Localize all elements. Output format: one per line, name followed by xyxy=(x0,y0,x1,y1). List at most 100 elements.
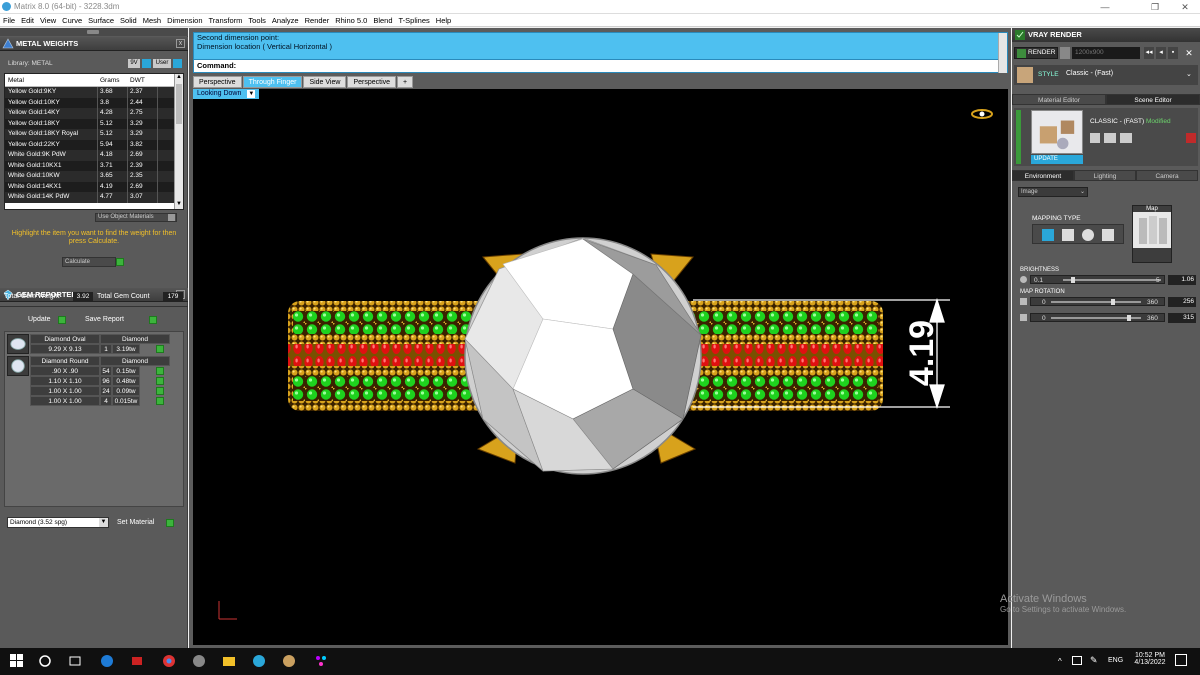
menu-file[interactable]: File xyxy=(0,14,18,25)
table-row[interactable]: White Gold:9K PdW 4.18 2.69 xyxy=(5,150,183,161)
back-button[interactable]: ◂ xyxy=(1156,47,1166,59)
menu-view[interactable]: View xyxy=(37,14,59,25)
matrix-app-icon[interactable] xyxy=(192,654,206,668)
menu-transform[interactable]: Transform xyxy=(206,14,246,25)
save-report-button[interactable]: Save Report xyxy=(85,316,124,323)
menu-analyze[interactable]: Analyze xyxy=(269,14,302,25)
network-icon[interactable]: ✎ xyxy=(1090,655,1098,666)
minimize-button[interactable]: — xyxy=(1090,1,1120,13)
table-row[interactable]: White Gold:10KX1 3.71 2.39 xyxy=(5,160,183,171)
resolution-icon[interactable] xyxy=(1060,47,1070,59)
user-checkbox[interactable] xyxy=(173,59,182,68)
tab-scene-editor[interactable]: Scene Editor xyxy=(1106,94,1200,105)
calculate-button[interactable]: Calculate xyxy=(62,257,116,267)
rewind-button[interactable]: ◂◂ xyxy=(1144,47,1154,59)
browser-icon[interactable] xyxy=(252,654,266,668)
menu-render[interactable]: Render xyxy=(302,14,333,25)
maximize-button[interactable]: ❐ xyxy=(1140,1,1170,13)
table-row[interactable]: Yellow Gold:18KY Royal 5.12 3.29 xyxy=(5,129,183,140)
panel-grip[interactable] xyxy=(0,28,188,36)
menu-mesh[interactable]: Mesh xyxy=(140,14,164,25)
app-icon-purple[interactable] xyxy=(314,654,328,668)
sw-toggle[interactable]: 9V xyxy=(128,59,140,68)
close-icon[interactable]: ✕ xyxy=(1182,47,1196,59)
language-indicator[interactable]: ENG xyxy=(1108,657,1123,664)
app-icon-red[interactable] xyxy=(130,654,144,668)
tab-camera[interactable]: Camera xyxy=(1136,170,1198,181)
set-material-button[interactable]: Set Material xyxy=(117,519,154,526)
brightness-value[interactable]: 1.06 xyxy=(1168,275,1196,285)
menu-rhino5[interactable]: Rhino 5.0 xyxy=(332,14,370,25)
chrome-icon[interactable] xyxy=(162,654,176,668)
load-icon[interactable] xyxy=(1120,133,1132,143)
render-button[interactable]: RENDER xyxy=(1014,47,1058,59)
rotation-slider-2[interactable] xyxy=(1030,313,1165,322)
table-row[interactable]: Yellow Gold:14KY 4.28 2.75 xyxy=(5,108,183,119)
menu-help[interactable]: Help xyxy=(433,14,454,25)
material-select[interactable]: Diamond (3.52 spg) ▼ xyxy=(7,517,109,528)
menu-edit[interactable]: Edit xyxy=(18,14,37,25)
file-explorer-icon[interactable] xyxy=(222,654,236,668)
update-go-icon[interactable] xyxy=(58,316,66,324)
chevron-down-icon[interactable]: ⌄ xyxy=(1186,70,1192,78)
tab-material-editor[interactable]: Material Editor xyxy=(1012,94,1106,105)
notification-icon[interactable] xyxy=(1175,654,1187,666)
update-button[interactable]: Update xyxy=(28,316,51,323)
task-view-icon[interactable] xyxy=(68,654,82,668)
select-gem-icon[interactable] xyxy=(156,397,164,405)
close-icon[interactable]: x xyxy=(176,39,185,48)
select-gem-icon[interactable] xyxy=(156,377,164,385)
menu-dimension[interactable]: Dimension xyxy=(164,14,205,25)
rot2-value[interactable]: 315 xyxy=(1168,313,1196,323)
table-row[interactable]: Yellow Gold:9KY 3.68 2.37 xyxy=(5,87,183,98)
menu-surface[interactable]: Surface xyxy=(85,14,117,25)
resolution-field[interactable]: 1200x900 xyxy=(1072,47,1140,59)
menu-blend[interactable]: Blend xyxy=(370,14,395,25)
mapping-box-icon[interactable] xyxy=(1062,229,1074,241)
tab-perspective[interactable]: Perspective xyxy=(193,76,242,88)
search-icon[interactable] xyxy=(38,654,52,668)
mapping-plane-icon[interactable] xyxy=(1042,229,1054,241)
rotation-slider-1[interactable] xyxy=(1030,297,1165,306)
tab-perspective-2[interactable]: Perspective xyxy=(347,76,397,88)
menu-tools[interactable]: Tools xyxy=(245,14,269,25)
menu-curve[interactable]: Curve xyxy=(59,14,85,25)
tray-chevron-icon[interactable]: ^ xyxy=(1058,657,1062,666)
save-report-go-icon[interactable] xyxy=(149,316,157,324)
update-scene-button[interactable]: UPDATE xyxy=(1031,155,1083,164)
style-value[interactable]: Classic - (Fast) xyxy=(1066,70,1113,77)
mapping-cylinder-icon[interactable] xyxy=(1102,229,1114,241)
edge-icon[interactable] xyxy=(100,654,114,668)
tab-side-view[interactable]: Side View xyxy=(303,76,347,88)
table-row[interactable]: Yellow Gold:22KY 5.94 3.82 xyxy=(5,139,183,150)
viewport[interactable]: 4.19 xyxy=(193,89,1008,645)
rhino-icon[interactable] xyxy=(282,654,296,668)
menu-tsplines[interactable]: T-Splines xyxy=(396,14,433,25)
environment-select[interactable]: Image ⌄ xyxy=(1018,187,1088,197)
table-row[interactable]: White Gold:14KX1 4.19 2.69 xyxy=(5,181,183,192)
set-material-go-icon[interactable] xyxy=(166,519,174,527)
tray-icon[interactable] xyxy=(1072,656,1082,665)
windows-start-icon[interactable] xyxy=(10,654,24,668)
sw-checkbox[interactable] xyxy=(142,59,151,68)
table-row[interactable]: Yellow Gold:10KY 3.8 2.44 xyxy=(5,97,183,108)
calculate-go-icon[interactable] xyxy=(116,258,124,266)
select-gem-icon[interactable] xyxy=(156,345,164,353)
table-row[interactable]: White Gold:14K PdW 4.77 3.07 xyxy=(5,192,183,203)
view-mode-dropdown[interactable]: Looking Down ▼ xyxy=(193,89,260,99)
select-gem-icon[interactable] xyxy=(156,367,164,375)
table-row[interactable]: Yellow Gold:18KY 5.12 3.29 xyxy=(5,118,183,129)
select-gem-icon[interactable] xyxy=(156,387,164,395)
tab-lighting[interactable]: Lighting xyxy=(1074,170,1136,181)
metal-table-scrollbar[interactable]: ▲ ▼ xyxy=(174,74,183,209)
use-object-materials-button[interactable]: Use Object Materials xyxy=(95,213,177,222)
map-picker[interactable]: Map xyxy=(1132,205,1172,263)
user-toggle[interactable]: User xyxy=(153,59,171,68)
delete-icon[interactable] xyxy=(1186,133,1196,143)
mapping-sphere-icon[interactable] xyxy=(1082,229,1094,241)
save-icon[interactable] xyxy=(1090,133,1100,143)
close-button[interactable]: ✕ xyxy=(1170,1,1200,13)
tab-through-finger[interactable]: Through Finger xyxy=(242,76,303,88)
command-scrollbar[interactable] xyxy=(998,33,1007,73)
command-input[interactable]: Command: xyxy=(194,59,999,72)
